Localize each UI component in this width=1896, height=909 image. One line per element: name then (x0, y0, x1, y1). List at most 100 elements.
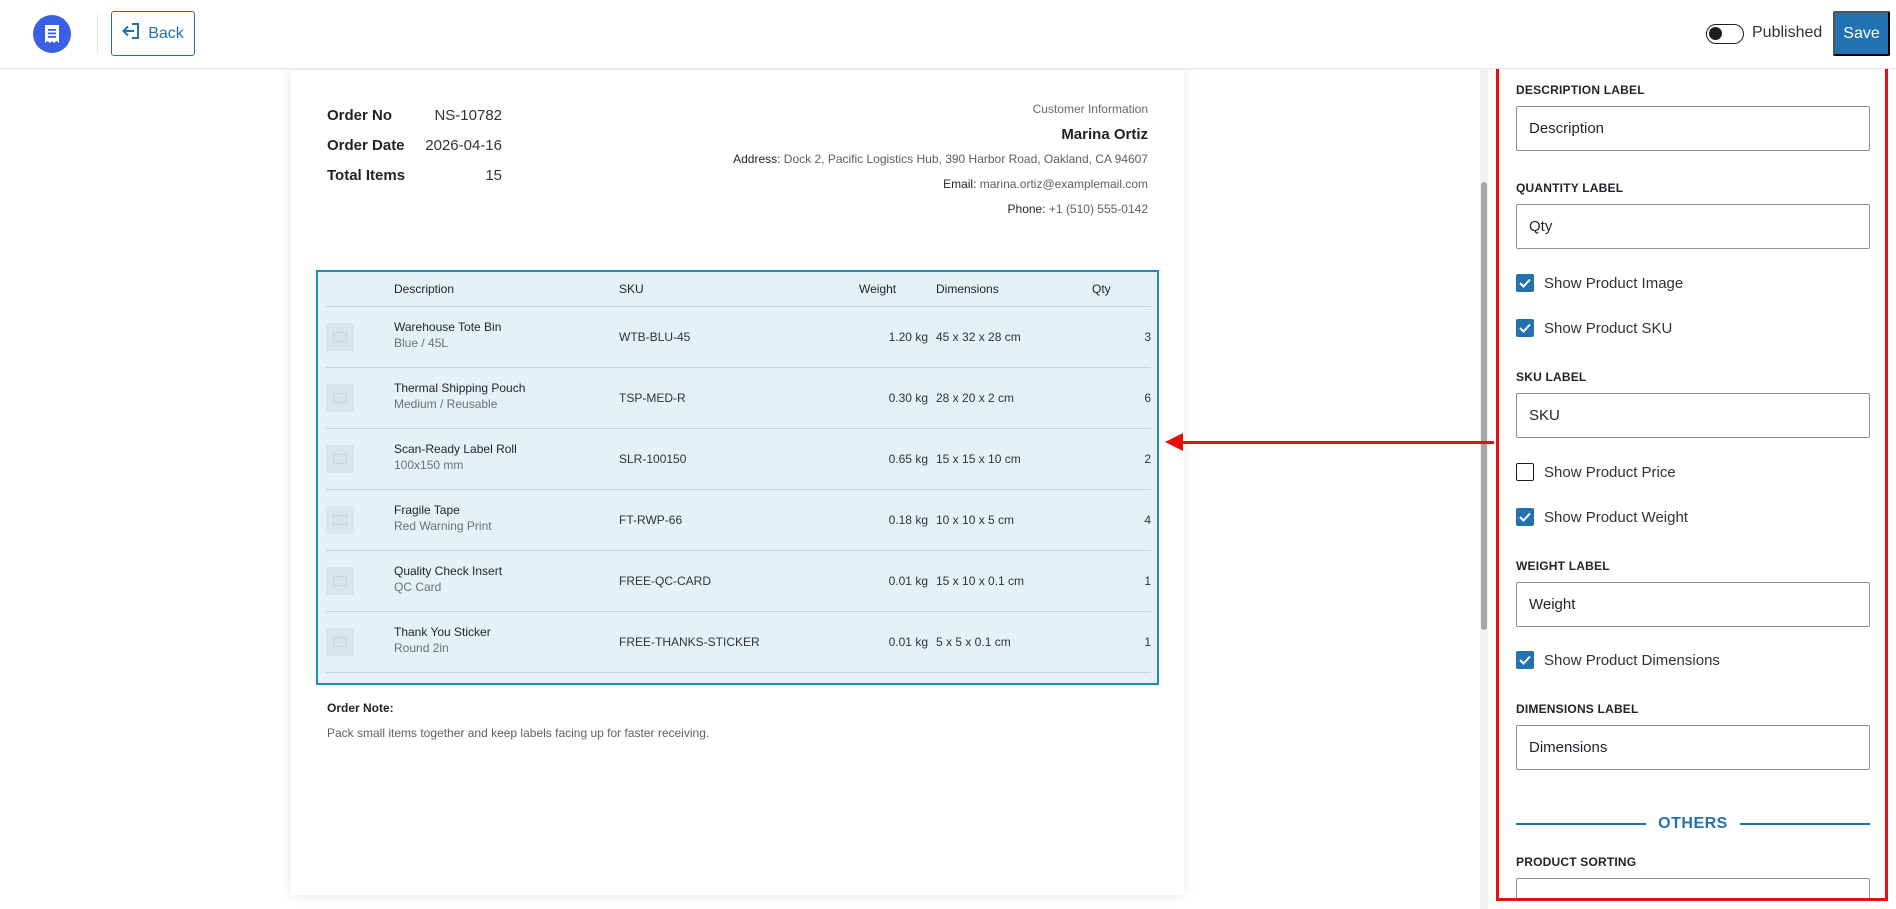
dimensions-label-title: Dimensions Label (1516, 702, 1639, 716)
product-image-placeholder-icon (326, 323, 354, 351)
product-variant: Red Warning Print (394, 519, 492, 533)
product-weight: 0.18 kg (888, 513, 928, 527)
table-row: Fragile Tape Red Warning Print FT-RWP-66… (318, 490, 1157, 551)
show-product-price-label: Show Product Price (1544, 463, 1676, 481)
quantity-label-title: Quantity Label (1516, 181, 1624, 195)
sku-label-input[interactable]: SKU (1516, 393, 1870, 438)
product-dimensions: 10 x 10 x 5 cm (936, 513, 1015, 527)
show-product-weight-label: Show Product Weight (1544, 508, 1688, 526)
product-desc: Fragile Tape Red Warning Print (394, 503, 492, 533)
settings-panel-inner: Description Label Description Quantity L… (1516, 69, 1871, 898)
show-product-image-label: Show Product Image (1544, 274, 1684, 292)
settings-panel: Description Label Description Quantity L… (1496, 66, 1888, 901)
product-weight: 0.01 kg (888, 574, 928, 588)
customer-info: Customer Information Marina Ortiz Addres… (708, 101, 1148, 226)
product-qty: 1 (1144, 574, 1151, 588)
dimensions-label-input[interactable]: Dimensions (1516, 725, 1870, 770)
order-no-label: Order No (327, 106, 393, 124)
invoice-paper: Order No NS-10782 Order Date 2026-04-16 … (291, 70, 1184, 895)
product-qty: 2 (1144, 452, 1151, 466)
product-variant: QC Card (394, 580, 442, 594)
product-sku: FREE-QC-CARD (619, 574, 711, 588)
show-product-dimensions-label: Show Product Dimensions (1544, 651, 1720, 669)
annotation-arrow-head-icon (1165, 433, 1183, 451)
weight-label-input[interactable]: Weight (1516, 582, 1870, 627)
sku-label-title: SKU Label (1516, 370, 1587, 384)
canvas-scrollbar-thumb[interactable] (1481, 182, 1487, 630)
product-dimensions: 15 x 15 x 10 cm (936, 452, 1021, 466)
checkbox-checked-icon[interactable] (1516, 274, 1534, 292)
customer-name: Marina Ortiz (1061, 126, 1148, 143)
table-row: Thermal Shipping Pouch Medium / Reusable… (318, 368, 1157, 429)
email-value: marina.ortiz@examplemail.com (979, 177, 1148, 191)
header-dimensions: Dimensions (936, 282, 999, 296)
product-qty: 4 (1144, 513, 1151, 527)
product-sorting-select[interactable] (1516, 878, 1870, 898)
product-variant: Medium / Reusable (394, 397, 498, 411)
product-variant: Blue / 45L (394, 336, 449, 350)
checkbox-checked-icon[interactable] (1516, 319, 1534, 337)
order-date-value: 2026-04-16 (425, 136, 502, 154)
table-row: Warehouse Tote Bin Blue / 45L WTB-BLU-45… (318, 307, 1157, 368)
others-section-heading: OTHERS (1516, 815, 1871, 833)
table-row: Scan-Ready Label Roll 100x150 mm SLR-100… (318, 429, 1157, 490)
product-dimensions: 5 x 5 x 0.1 cm (936, 635, 1011, 649)
checkbox-unchecked-icon[interactable] (1516, 463, 1534, 481)
customer-phone: Phone: +1 (510) 555-0142 (708, 201, 1148, 218)
total-items-row: Total Items 15 (327, 160, 502, 190)
show-product-sku-label: Show Product SKU (1544, 319, 1673, 337)
product-weight: 0.65 kg (888, 452, 928, 466)
product-name: Fragile Tape (394, 503, 460, 517)
published-toggle[interactable] (1706, 24, 1744, 44)
show-product-dimensions-checkbox[interactable]: Show Product Dimensions (1516, 651, 1720, 669)
product-sku: SLR-100150 (619, 452, 687, 466)
table-row: Quality Check Insert QC Card FREE-QC-CAR… (318, 551, 1157, 612)
order-date-row: Order Date 2026-04-16 (327, 130, 502, 160)
address-value: Dock 2, Pacific Logistics Hub, 390 Harbo… (783, 152, 1148, 166)
order-note-body: Pack small items together and keep label… (327, 726, 710, 740)
show-product-image-checkbox[interactable]: Show Product Image (1516, 274, 1683, 292)
products-table[interactable]: Description SKU Weight Dimensions Qty Wa… (316, 270, 1159, 685)
order-note-title: Order Note: (327, 701, 394, 715)
back-button[interactable]: Back (111, 11, 195, 56)
product-name: Scan-Ready Label Roll (394, 442, 517, 456)
quantity-label-input[interactable]: Qty (1516, 204, 1870, 249)
product-image-placeholder-icon (326, 384, 354, 412)
product-variant: Round 2in (394, 641, 449, 655)
show-product-price-checkbox[interactable]: Show Product Price (1516, 463, 1676, 481)
product-image-placeholder-icon (326, 506, 354, 534)
product-qty: 6 (1144, 391, 1151, 405)
total-items-label: Total Items (327, 166, 406, 184)
header-sku: SKU (619, 282, 644, 296)
product-sku: FREE-THANKS-STICKER (619, 635, 760, 649)
checkbox-checked-icon[interactable] (1516, 651, 1534, 669)
show-product-sku-checkbox[interactable]: Show Product SKU (1516, 319, 1672, 337)
receipt-icon[interactable] (33, 15, 71, 53)
product-desc: Thermal Shipping Pouch Medium / Reusable (394, 381, 525, 411)
checkbox-checked-icon[interactable] (1516, 508, 1534, 526)
order-date-label: Order Date (327, 136, 405, 154)
product-dimensions: 15 x 10 x 0.1 cm (936, 574, 1025, 588)
description-label-input[interactable]: Description (1516, 106, 1870, 151)
back-arrow-icon (122, 23, 140, 44)
description-label-title: Description Label (1516, 83, 1645, 97)
order-no-row: Order No NS-10782 (327, 100, 502, 130)
row-divider (326, 672, 1151, 673)
product-dimensions: 28 x 20 x 2 cm (936, 391, 1015, 405)
others-heading-text: OTHERS (1658, 815, 1728, 832)
show-product-weight-checkbox[interactable]: Show Product Weight (1516, 508, 1688, 526)
product-name: Warehouse Tote Bin (394, 320, 502, 334)
product-desc: Scan-Ready Label Roll 100x150 mm (394, 442, 517, 472)
save-button[interactable]: Save (1833, 11, 1890, 56)
product-name: Thermal Shipping Pouch (394, 381, 526, 395)
toggle-knob (1709, 27, 1722, 40)
customer-address: Address: Dock 2, Pacific Logistics Hub, … (708, 151, 1148, 168)
others-divider-right (1739, 823, 1871, 825)
phone-value: +1 (510) 555-0142 (1048, 202, 1148, 216)
product-name: Thank You Sticker (394, 625, 491, 639)
product-dimensions: 45 x 32 x 28 cm (936, 330, 1021, 344)
product-sku: TSP-MED-R (619, 391, 686, 405)
product-image-placeholder-icon (326, 628, 354, 656)
product-desc: Quality Check Insert QC Card (394, 564, 502, 594)
product-desc: Warehouse Tote Bin Blue / 45L (394, 320, 501, 350)
